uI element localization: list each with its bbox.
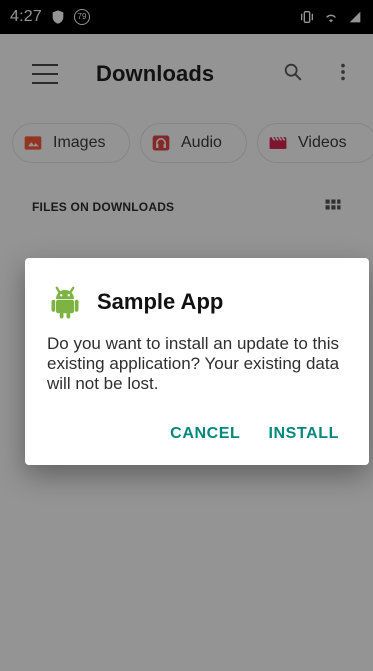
install-update-dialog: Sample App Do you want to install an upd… xyxy=(25,258,369,465)
dialog-title: Sample App xyxy=(97,289,224,314)
dialog-header: Sample App xyxy=(47,282,347,322)
install-button[interactable]: INSTALL xyxy=(268,425,339,443)
android-icon xyxy=(47,284,83,320)
dialog-actions: CANCEL INSTALL xyxy=(170,425,339,443)
phone-screen: 4:27 79 Downloads Images Audio Videos FI… xyxy=(0,0,373,671)
cancel-button[interactable]: CANCEL xyxy=(170,425,240,443)
dialog-message: Do you want to install an update to this… xyxy=(47,334,340,393)
